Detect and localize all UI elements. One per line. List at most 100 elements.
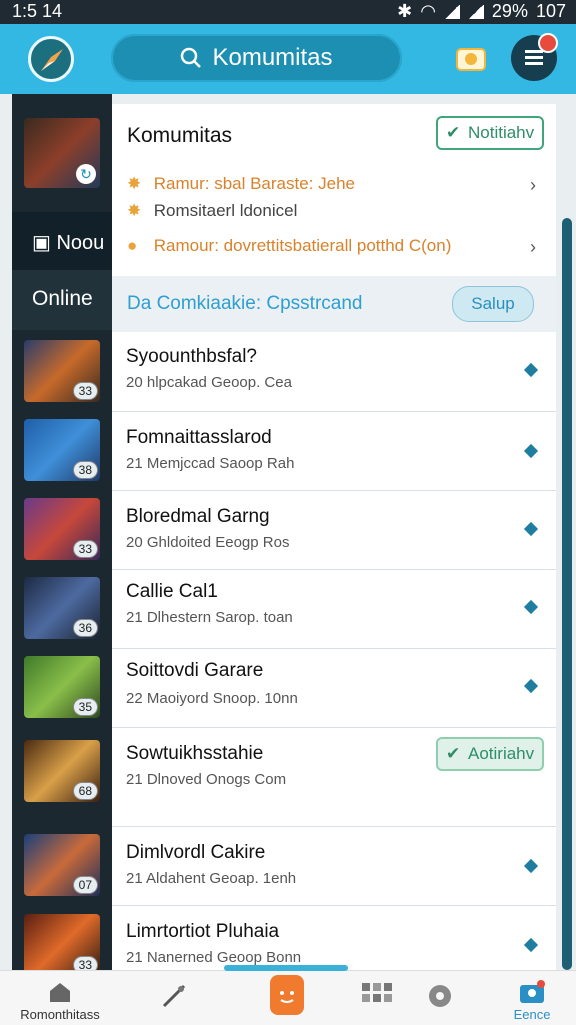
signal-icon: [443, 4, 460, 19]
search-bar[interactable]: Komumitas: [111, 34, 402, 82]
group-name: Bloredmal Garng: [126, 506, 270, 527]
community-avatar[interactable]: ↻: [24, 118, 100, 188]
group-meta: 20 Ghldoited Eeogp Ros: [126, 534, 290, 551]
rail-top: ↻: [12, 94, 112, 212]
group-thumb-8[interactable]: 33: [24, 914, 100, 976]
status-time: 1:5 14: [12, 1, 63, 21]
group-name: Soittovdi Garare: [126, 660, 264, 681]
list-item[interactable]: Syoounthbsfal? 20 hlpcakad Geoop. Cea: [112, 332, 556, 412]
rail-nav-label: Noou: [56, 232, 105, 254]
band-label: Da Comkiaakie:: [127, 293, 262, 314]
group-badge: 07: [72, 876, 98, 894]
panel-title: Komumitas: [127, 124, 233, 147]
group-badge: 33: [72, 382, 98, 400]
star-icon: ✸: [127, 201, 142, 220]
group-thumb-3[interactable]: 33: [24, 498, 100, 560]
group-badge: 38: [72, 461, 98, 479]
check-icon: ✔: [446, 744, 461, 763]
info-row-3[interactable]: ● Ramour: dovrettitsbatierall potthd C(o…: [127, 236, 451, 256]
refresh-icon: ↻: [76, 164, 96, 184]
info-row-1[interactable]: ✸ Ramur: sbal Baraste: Jehe: [127, 174, 355, 194]
group-name: Syoounthbsfal?: [126, 346, 257, 367]
follow-button[interactable]: ✔ Notitiahv: [436, 116, 545, 150]
grid-icon: [362, 983, 392, 1002]
nav-profile[interactable]: Eence: [500, 971, 564, 1025]
nav-settings[interactable]: [420, 971, 460, 1025]
follow-button[interactable]: ✔ Aotiriahv: [436, 737, 545, 771]
group-meta: 21 Nanerned Geoop Bonn: [126, 949, 302, 966]
group-badge: 33: [72, 540, 98, 558]
band-link[interactable]: Cpsstrcand: [266, 293, 362, 314]
status-extra: 107: [535, 1, 566, 21]
list-item[interactable]: Callie Cal1 21 Dlhestern Sarop. toan: [112, 569, 556, 649]
left-rail: ↻ ▣ Noou Online 33 38 33 36 35 68 07 33: [12, 94, 112, 976]
group-name: Limrtortiot Pluhaia: [126, 921, 280, 942]
star-icon: ✸: [127, 174, 142, 193]
nav-label: Eence: [513, 1007, 551, 1022]
group-name: Fomnaittasslarod: [126, 427, 272, 448]
camera-icon: [456, 48, 486, 71]
bluetooth-icon: ✱: [397, 1, 413, 21]
group-meta: 21 Dlnoved Onogs Com: [126, 771, 287, 788]
book-icon: ▣: [32, 232, 51, 254]
group-thumb-2[interactable]: 38: [24, 419, 100, 481]
chevron-right-icon[interactable]: ›: [530, 175, 536, 196]
camera-button[interactable]: [456, 44, 486, 72]
profile-icon: [520, 980, 545, 1003]
setup-button[interactable]: Salup: [452, 286, 534, 322]
group-meta: 22 Maoiyord Snoop. 10nn: [126, 690, 298, 707]
battery-text: 29%: [491, 1, 528, 21]
nav-tools[interactable]: [150, 971, 198, 1025]
group-thumb-6[interactable]: 68: [24, 740, 100, 802]
diamond-icon: [523, 599, 539, 615]
list-item[interactable]: Soittovdi Garare 22 Maoiyord Snoop. 10nn: [112, 648, 556, 728]
info-text: Ramour: dovrettitsbatierall potthd C(on): [153, 236, 452, 255]
rail-nav-item[interactable]: ▣ Noou: [12, 212, 112, 270]
search-icon: [181, 47, 202, 68]
group-name: Dimlvordl Cakire: [126, 842, 266, 863]
app-logo[interactable]: [28, 36, 74, 82]
notification-badge: [538, 33, 558, 53]
nav-label: Romonthitass: [20, 1007, 100, 1022]
group-thumb-4[interactable]: 36: [24, 577, 100, 639]
bottom-nav: Romonthitass Eence: [0, 965, 576, 1025]
group-thumb-5[interactable]: 35: [24, 656, 100, 718]
list-item[interactable]: Sowtuikhsstahie 21 Dlnoved Onogs Com ✔ A…: [112, 727, 556, 827]
group-badge: 35: [72, 698, 98, 716]
group-meta: 21 Dlhestern Sarop. toan: [126, 609, 293, 626]
group-meta: 21 Memjccad Saoop Rah: [126, 455, 295, 472]
search-label: Komumitas: [212, 44, 333, 71]
scrollbar[interactable]: [562, 218, 572, 970]
follow-label: Aotiriahv: [468, 744, 535, 763]
coin-icon: ●: [127, 236, 138, 255]
settings-icon: [429, 985, 451, 1007]
list-item[interactable]: Fomnaittasslarod 21 Memjccad Saoop Rah: [112, 411, 556, 491]
group-badge: 36: [72, 619, 98, 637]
nav-grid[interactable]: [355, 971, 399, 1025]
group-name: Sowtuikhsstahie: [126, 743, 264, 764]
diamond-icon: [523, 443, 539, 459]
list-item[interactable]: Bloredmal Garng 20 Ghldoited Eeogp Ros: [112, 490, 556, 570]
rail-online[interactable]: Online: [12, 270, 112, 330]
menu-button[interactable]: [511, 33, 558, 81]
status-bar: 1:5 14 ✱ ◠ 29% 107: [0, 0, 576, 24]
group-meta: 21 Aldahent Geoap. 1enh: [126, 870, 297, 887]
group-name: Callie Cal1: [126, 581, 218, 602]
nav-chat[interactable]: [270, 975, 304, 1015]
follow-label: Notitiahv: [468, 123, 535, 142]
group-thumb-7[interactable]: 07: [24, 834, 100, 896]
diamond-icon: [523, 521, 539, 537]
info-text: Ramur: sbal Baraste: Jehe: [153, 174, 355, 193]
group-thumb-1[interactable]: 33: [24, 340, 100, 402]
discussion-band: Da Comkiaakie: Cpsstrcand Salup: [112, 276, 556, 332]
home-icon: [50, 983, 70, 1002]
list-item[interactable]: Dimlvordl Cakire 21 Aldahent Geoap. 1enh: [112, 826, 556, 906]
chat-icon: [280, 991, 294, 1003]
diamond-icon: [523, 858, 539, 874]
online-label: Online: [32, 287, 93, 310]
chevron-right-icon[interactable]: ›: [530, 237, 536, 258]
nav-home[interactable]: Romonthitass: [0, 971, 120, 1025]
drag-handle[interactable]: [224, 965, 348, 971]
wifi-icon: ◠: [420, 1, 436, 21]
list-item[interactable]: Limrtortiot Pluhaia 21 Nanerned Geoop Bo…: [112, 905, 556, 970]
